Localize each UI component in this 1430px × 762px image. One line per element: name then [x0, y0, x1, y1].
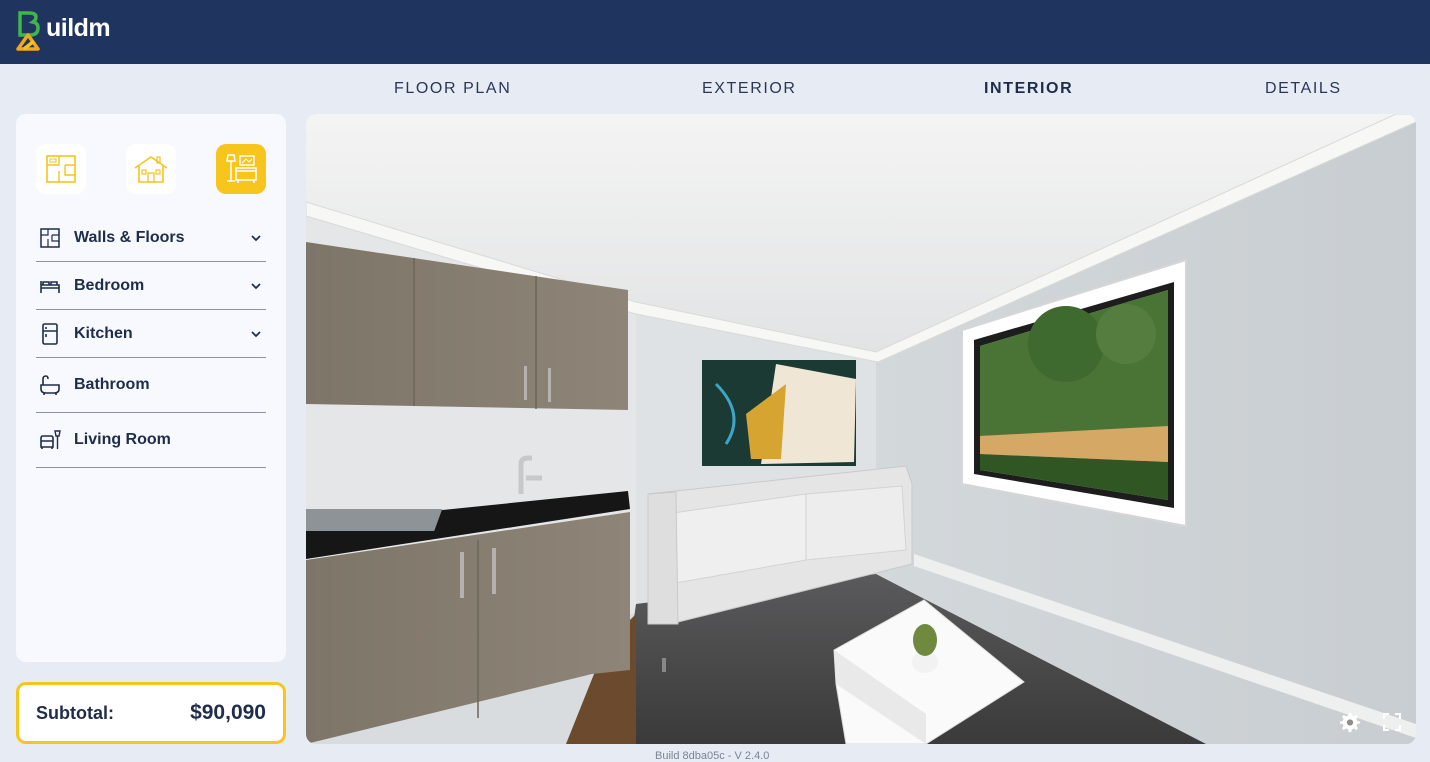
menu-item-kitchen[interactable]: Kitchen	[36, 310, 266, 358]
tab-exterior[interactable]: EXTERIOR	[702, 80, 797, 98]
options-sidebar: Walls & Floors Bedroom Kitchen Bathroom	[16, 114, 286, 662]
floor-plan-icon	[46, 155, 76, 183]
interior-lamp-sofa-icon	[226, 154, 257, 183]
subtotal-label: Subtotal:	[36, 702, 114, 723]
version-text: Build 8dba05c - V 2.4.0	[655, 750, 770, 762]
menu-item-walls-floors[interactable]: Walls & Floors	[36, 214, 266, 262]
interior-render-image	[306, 114, 1416, 744]
room-options-menu: Walls & Floors Bedroom Kitchen Bathroom	[36, 214, 266, 468]
house-exterior-icon	[134, 156, 168, 183]
fullscreen-icon	[1383, 713, 1401, 731]
settings-gear-icon	[1339, 712, 1361, 733]
menu-item-bedroom[interactable]: Bedroom	[36, 262, 266, 310]
menu-item-label: Bedroom	[74, 276, 145, 294]
menu-item-label: Living Room	[74, 431, 171, 448]
menu-item-label: Kitchen	[74, 324, 133, 342]
main-tabs: FLOOR PLAN EXTERIOR INTERIOR DETAILS	[306, 64, 1416, 114]
tab-interior[interactable]: INTERIOR	[984, 80, 1073, 98]
menu-item-label: Walls & Floors	[74, 228, 185, 246]
menu-item-label: Bathroom	[74, 376, 150, 393]
menu-item-bathroom[interactable]: Bathroom	[36, 358, 266, 413]
floor-plan-mode-button[interactable]	[36, 144, 86, 194]
chevron-down-icon[interactable]	[250, 280, 262, 292]
top-header-bar: uildm	[0, 0, 1430, 64]
chevron-down-icon[interactable]	[250, 328, 262, 340]
fridge-icon	[38, 322, 62, 346]
buildm-logo-mark-icon	[16, 11, 40, 51]
walls-floors-icon	[38, 226, 62, 250]
exterior-mode-button[interactable]	[126, 144, 176, 194]
interior-3d-viewer[interactable]	[306, 114, 1416, 744]
viewer-settings-button[interactable]	[1338, 710, 1362, 734]
bathtub-icon	[38, 373, 62, 397]
bed-icon	[38, 274, 62, 298]
menu-item-living-room[interactable]: Living Room	[36, 413, 266, 468]
buildm-logo[interactable]: uildm	[14, 8, 111, 54]
armchair-lamp-icon	[38, 428, 62, 452]
brand-name: uildm	[46, 13, 111, 42]
tab-details[interactable]: DETAILS	[1265, 80, 1342, 98]
subtotal-box: Subtotal: $90,090	[16, 682, 286, 744]
viewer-fullscreen-button[interactable]	[1380, 710, 1404, 734]
chevron-down-icon[interactable]	[250, 232, 262, 244]
subtotal-value: $90,090	[190, 701, 266, 724]
interior-mode-button[interactable]	[216, 144, 266, 194]
tab-floor-plan[interactable]: FLOOR PLAN	[394, 80, 511, 98]
